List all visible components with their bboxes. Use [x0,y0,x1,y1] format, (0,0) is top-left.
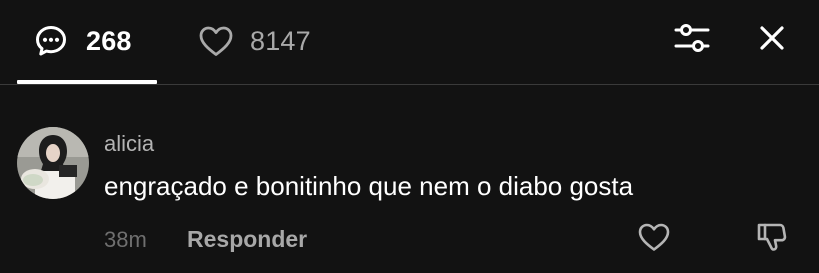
dislike-comment-button[interactable] [754,221,790,257]
comment-item: alicia engraçado e bonitinho que nem o d… [0,85,819,273]
heart-outline-icon [198,24,234,58]
comments-header: 268 8147 [0,0,819,84]
thumbs-down-icon [755,220,789,259]
comment-text: engraçado e bonitinho que nem o diabo go… [104,171,634,201]
tab-likes[interactable]: 8147 [198,24,311,58]
likes-count: 8147 [250,25,311,56]
reply-button[interactable]: Responder [187,226,307,253]
comment-timestamp: 38m [104,227,147,252]
filter-button[interactable] [672,22,712,58]
avatar[interactable] [17,127,89,199]
tab-comments[interactable]: 268 [34,24,132,58]
close-button[interactable] [752,22,792,58]
close-icon [758,24,786,57]
like-comment-button[interactable] [636,221,672,257]
comment-username[interactable]: alicia [104,131,154,157]
heart-outline-icon [637,221,671,258]
comment-bubble-icon [34,24,70,58]
sliders-icon [673,22,711,59]
comments-count: 268 [86,25,132,56]
